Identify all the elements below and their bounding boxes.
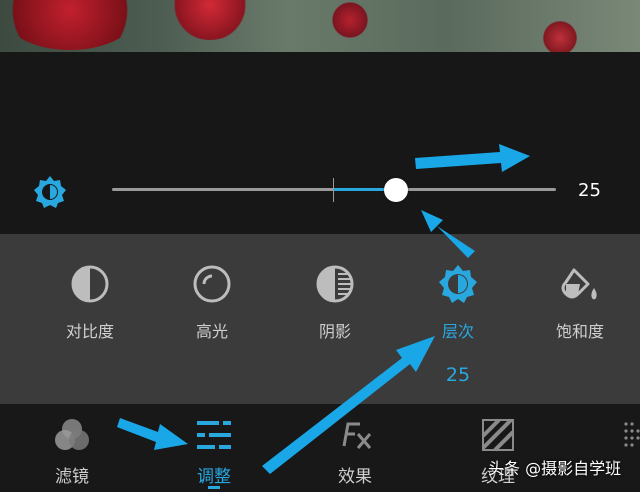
nav-label: 滤镜 (55, 467, 89, 487)
tool-saturation[interactable]: 饱和度 (525, 262, 635, 342)
slider-value: 25 (578, 180, 601, 201)
more-tools-icon[interactable] (616, 418, 640, 458)
active-tab-indicator (208, 486, 220, 489)
nav-adjust[interactable]: 调整 (164, 414, 264, 487)
structure-icon (34, 176, 66, 208)
tool-contrast[interactable]: 对比度 (35, 262, 145, 342)
tool-label: 对比度 (65, 322, 114, 341)
photo-preview (0, 0, 640, 52)
tool-label: 阴影 (318, 322, 351, 341)
slider-thumb[interactable] (384, 178, 409, 202)
tool-highlight[interactable]: 高光 (157, 262, 267, 342)
adjust-sliders-icon (197, 421, 231, 449)
slider-panel (0, 52, 640, 234)
saturation-icon (561, 268, 597, 300)
slider-center-tick (333, 178, 334, 202)
texture-icon (481, 418, 515, 452)
structure-icon (439, 265, 477, 303)
nav-effects[interactable]: 效果 (305, 414, 405, 487)
contrast-icon (71, 265, 109, 303)
nav-filter[interactable]: 滤镜 (22, 414, 122, 487)
nav-label: 效果 (338, 467, 372, 487)
shadow-icon (316, 265, 354, 303)
highlight-icon (193, 265, 231, 303)
fx-icon (342, 422, 372, 449)
tool-label: 高光 (195, 322, 228, 341)
tool-shadow[interactable]: 阴影 (280, 262, 390, 342)
tool-structure[interactable]: 层次 (403, 262, 513, 342)
tool-label: 饱和度 (555, 322, 604, 341)
filter-icon (55, 419, 89, 450)
tool-label: 层次 (441, 322, 474, 341)
nav-label: 调整 (197, 467, 231, 487)
watermark: 头条 @摄影自学班 (488, 459, 622, 478)
active-tool-value: 25 (445, 364, 471, 386)
